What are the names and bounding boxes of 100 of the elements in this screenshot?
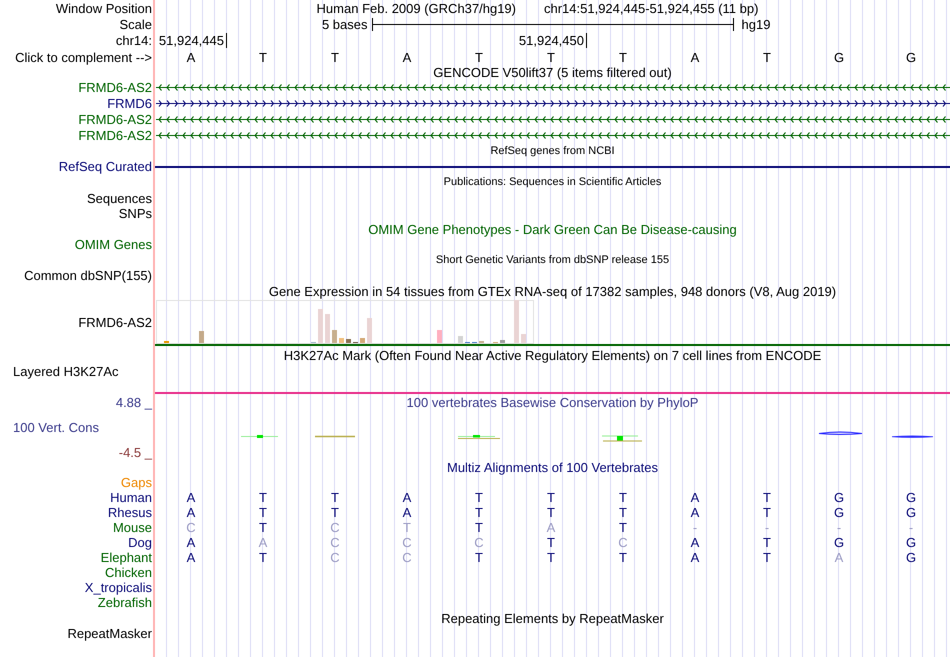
expression-bar bbox=[318, 309, 323, 343]
aligned-base: G bbox=[834, 505, 844, 520]
expression-bar bbox=[360, 338, 365, 343]
gene-model[interactable] bbox=[155, 116, 950, 122]
track-label: FRMD6-AS2 bbox=[78, 80, 152, 94]
aligned-base: T bbox=[331, 490, 339, 505]
conservation-mark bbox=[240, 435, 278, 438]
aligned-base: T bbox=[475, 490, 483, 505]
track-title: Gene Expression in 54 tissues from GTEx RNA-seq of 17382 samples, 948 donors (V8, Aug 2019) bbox=[268, 284, 836, 299]
base-letter: T bbox=[619, 50, 627, 64]
aligned-base: T bbox=[763, 490, 771, 505]
aligned-base: A bbox=[690, 490, 700, 505]
aligned-base: - bbox=[836, 520, 842, 535]
axis-max-label: 4.88 _ bbox=[116, 395, 152, 410]
track-title: Repeating Elements by RepeatMasker bbox=[441, 610, 664, 626]
aligned-base: A bbox=[690, 535, 700, 550]
base-letter: A bbox=[402, 50, 412, 64]
conservation-mark bbox=[458, 435, 500, 439]
axis-min-label: -4.5 _ bbox=[118, 444, 152, 460]
track-label: RefSeq Curated bbox=[58, 159, 152, 174]
aligned-base: C bbox=[330, 550, 340, 565]
aligned-base: A bbox=[834, 550, 844, 565]
aligned-base: T bbox=[619, 505, 627, 520]
aligned-base: C bbox=[618, 535, 628, 550]
track-label: Layered H3K27Ac bbox=[13, 364, 119, 379]
aligned-base: G bbox=[834, 490, 844, 505]
aligned-base: T bbox=[259, 550, 267, 565]
track-title: Short Genetic Variants from dbSNP release 155 bbox=[436, 254, 670, 266]
conservation-mark bbox=[315, 436, 355, 438]
base-letter: A bbox=[186, 50, 196, 64]
expression-bar bbox=[339, 338, 344, 343]
species-label: Zebrafish bbox=[98, 595, 152, 610]
track-label: FRMD6-AS2 bbox=[78, 112, 152, 126]
track-label: SNPs bbox=[118, 206, 152, 221]
expression-bar bbox=[325, 314, 330, 343]
aligned-base: T bbox=[547, 505, 555, 520]
scale-label: Scale bbox=[119, 16, 152, 32]
aligned-base: A bbox=[186, 550, 196, 565]
species-label: Rhesus bbox=[108, 505, 152, 520]
conservation-mark bbox=[602, 436, 642, 442]
track-label: FRMD6 bbox=[107, 96, 152, 110]
aligned-base: A bbox=[546, 520, 556, 535]
track-title: RefSeq genes from NCBI bbox=[490, 144, 615, 158]
complement-link[interactable]: Click to complement --> bbox=[15, 50, 152, 64]
conservation-mark bbox=[892, 436, 934, 438]
base-letter: T bbox=[763, 50, 771, 64]
aligned-base: T bbox=[403, 520, 411, 535]
conservation-mark bbox=[818, 432, 862, 435]
aligned-base: - bbox=[764, 520, 770, 535]
track-label: RepeatMasker bbox=[67, 626, 152, 641]
aligned-base: C bbox=[474, 535, 484, 550]
track-label: Sequences bbox=[86, 191, 152, 206]
aligned-base: C bbox=[402, 535, 412, 550]
aligned-base: G bbox=[906, 550, 916, 565]
assembly-label: hg19 bbox=[742, 16, 770, 32]
species-label: Gaps bbox=[120, 475, 152, 490]
position-label: Window Position bbox=[56, 0, 152, 16]
track-label: Common dbSNP(155) bbox=[24, 268, 152, 283]
species-label: Dog bbox=[128, 535, 152, 550]
track-label: FRMD6-AS2 bbox=[78, 314, 152, 330]
aligned-base: T bbox=[259, 490, 267, 505]
aligned-base: A bbox=[690, 550, 700, 565]
aligned-base: T bbox=[763, 535, 771, 550]
aligned-base: T bbox=[475, 505, 483, 520]
aligned-base: T bbox=[619, 490, 627, 505]
track-title: H3K27Ac Mark (Often Found Near Active Regulatory Elements) on 7 cell lines from ENCODE bbox=[284, 348, 822, 362]
aligned-base: C bbox=[186, 520, 196, 535]
aligned-base: G bbox=[906, 535, 916, 550]
aligned-base: T bbox=[619, 520, 627, 535]
expression-bar bbox=[521, 334, 526, 343]
gene-model[interactable] bbox=[155, 132, 950, 138]
base-letter: G bbox=[906, 50, 916, 64]
aligned-base: T bbox=[259, 505, 267, 520]
aligned-base: A bbox=[186, 535, 196, 550]
expression-bar bbox=[437, 330, 442, 343]
track-label: FRMD6-AS2 bbox=[78, 128, 152, 142]
species-label: Mouse bbox=[112, 520, 152, 535]
aligned-base: T bbox=[475, 550, 483, 565]
aligned-base: T bbox=[547, 550, 555, 565]
species-label: Human bbox=[110, 490, 152, 505]
track-title: OMIM Gene Phenotypes - Dark Green Can Be Disease-causing bbox=[368, 222, 737, 236]
coordinate-label: 51,924,445 bbox=[158, 33, 224, 48]
base-letter: T bbox=[547, 50, 555, 64]
gene-model[interactable] bbox=[155, 100, 950, 106]
track-label: OMIM Genes bbox=[74, 237, 152, 252]
aligned-base: A bbox=[186, 490, 196, 505]
scale-length: 5 bases bbox=[322, 16, 368, 32]
aligned-base: T bbox=[619, 550, 627, 565]
track-title: GENCODE V50lift37 (5 items filtered out) bbox=[433, 65, 672, 80]
position-range: chr14:51,924,445-51,924,455 (11 bp) bbox=[544, 0, 758, 16]
base-letter: T bbox=[331, 50, 339, 64]
base-letter: G bbox=[834, 50, 844, 64]
aligned-base: T bbox=[547, 535, 555, 550]
species-label: Elephant bbox=[100, 550, 152, 565]
base-letter: T bbox=[475, 50, 483, 64]
aligned-base: G bbox=[906, 490, 916, 505]
gene-model[interactable] bbox=[155, 84, 950, 90]
expression-bar bbox=[500, 340, 505, 343]
aligned-base: A bbox=[186, 505, 196, 520]
aligned-base: G bbox=[906, 505, 916, 520]
